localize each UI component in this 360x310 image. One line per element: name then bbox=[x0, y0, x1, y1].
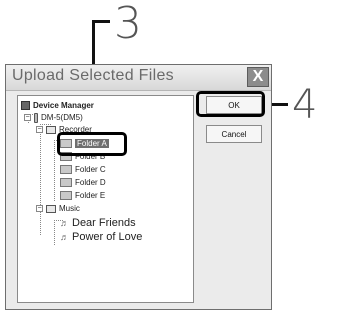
tree-node-folder-d[interactable]: Folder D bbox=[60, 176, 106, 189]
folder-label: Folder C bbox=[75, 165, 106, 174]
ok-button-highlight bbox=[196, 91, 265, 117]
folder-icon bbox=[60, 178, 72, 187]
device-manager-label: Device Manager bbox=[33, 101, 94, 110]
folder-icon bbox=[60, 191, 72, 200]
tree-connector bbox=[40, 124, 51, 235]
device-label: DM-5(DM5) bbox=[41, 113, 83, 122]
dialog-title: Upload Selected Files bbox=[12, 67, 174, 84]
music-folder-label: Music bbox=[59, 204, 80, 213]
device-manager-icon bbox=[21, 101, 30, 110]
cancel-button[interactable]: Cancel bbox=[206, 125, 262, 143]
folder-label: Folder E bbox=[75, 191, 106, 200]
tree-node-song[interactable]: ♬ Dear Friends bbox=[60, 216, 136, 229]
folder-a-highlight bbox=[57, 132, 127, 156]
collapse-toggle-icon[interactable]: − bbox=[24, 114, 31, 121]
recorder-device-icon bbox=[34, 112, 38, 123]
callout-4-number: 4 bbox=[292, 82, 318, 128]
close-icon: X bbox=[252, 68, 264, 85]
collapse-toggle-icon[interactable]: − bbox=[36, 205, 43, 212]
folder-label: Folder D bbox=[75, 178, 106, 187]
music-note-icon: ♬ bbox=[60, 231, 69, 242]
device-tree[interactable]: Device Manager − DM-5(DM5) − Recorder Fo… bbox=[17, 95, 194, 303]
song-label: Power of Love bbox=[72, 230, 143, 243]
folder-icon bbox=[60, 165, 72, 174]
tree-node-folder-e[interactable]: Folder E bbox=[60, 189, 105, 202]
tree-node-music[interactable]: − Music bbox=[36, 202, 80, 215]
dialog-titlebar[interactable]: Upload Selected Files X bbox=[6, 65, 271, 91]
collapse-toggle-icon[interactable]: − bbox=[36, 126, 43, 133]
music-note-icon: ♬ bbox=[60, 217, 69, 228]
recorder-folder-icon bbox=[46, 125, 56, 134]
song-label: Dear Friends bbox=[72, 216, 136, 229]
close-button[interactable]: X bbox=[247, 67, 269, 87]
music-folder-icon bbox=[46, 204, 56, 213]
callout-3-number: 3 bbox=[114, 0, 142, 49]
tree-node-song[interactable]: ♬ Power of Love bbox=[60, 230, 142, 243]
tree-node-folder-c[interactable]: Folder C bbox=[60, 163, 106, 176]
